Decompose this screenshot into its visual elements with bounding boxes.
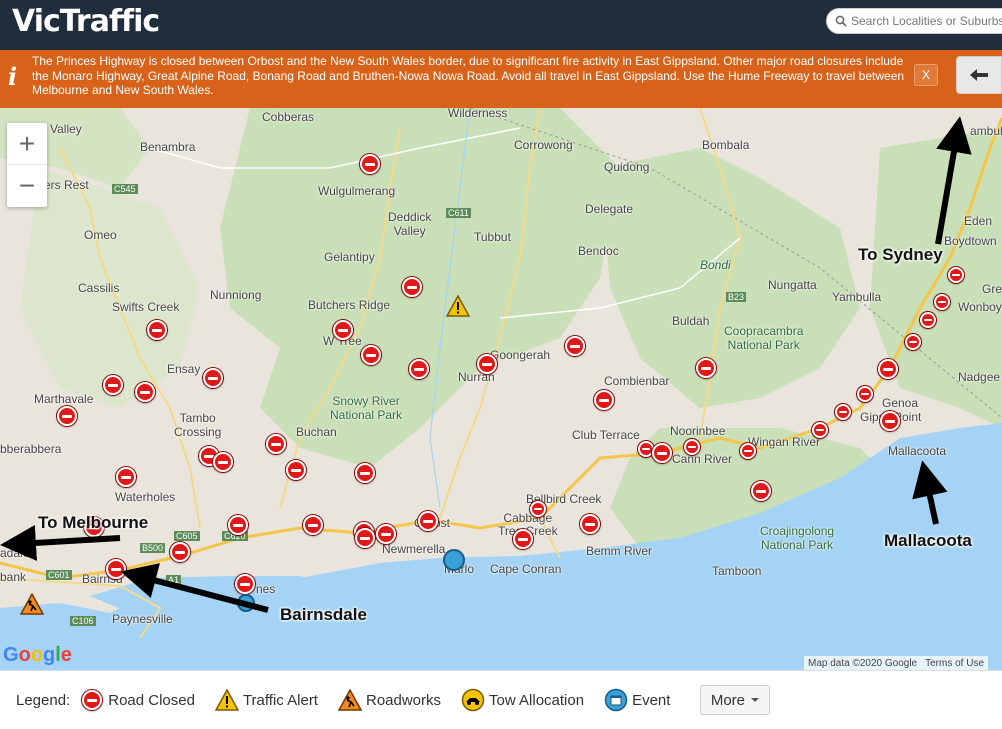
search-input[interactable]	[851, 14, 1002, 28]
legend-label: Road Closed	[108, 691, 195, 709]
more-button[interactable]: More	[700, 685, 771, 715]
annotation-arrows	[0, 116, 972, 613]
road-closed-icon	[80, 688, 104, 712]
chevron-down-icon	[751, 698, 760, 702]
event-icon	[604, 688, 628, 712]
legend-item-roadworks[interactable]: Roadworks	[337, 688, 442, 712]
info-icon: i	[8, 62, 18, 91]
search-box[interactable]	[826, 8, 1002, 34]
legend-label: Event	[632, 691, 671, 709]
annotation-to-sydney: To Sydney	[858, 245, 943, 264]
alert-message: The Princes Highway is closed between Or…	[32, 54, 905, 97]
legend-label: Traffic Alert	[242, 691, 318, 709]
annotation-to-melbourne: To Melbourne	[38, 513, 149, 532]
search-icon	[835, 15, 847, 27]
legend-item-traffic-alert[interactable]: Traffic Alert	[214, 688, 318, 712]
app-header: VicTraffic	[0, 0, 1002, 50]
map-data-credit: Map data ©2020 Google	[808, 657, 918, 669]
arrow-left-icon	[970, 69, 988, 81]
tow-allocation-icon	[461, 688, 485, 712]
zoom-out-button[interactable]: −	[7, 165, 47, 207]
victraffic-logo[interactable]: VicTraffic	[12, 4, 160, 39]
roadworks-icon	[337, 688, 362, 711]
zoom-in-button[interactable]: +	[7, 123, 47, 165]
more-label: More	[710, 691, 746, 709]
google-logo[interactable]: Google	[3, 644, 72, 667]
legend-item-event[interactable]: Event	[604, 688, 670, 712]
legend-title: Legend:	[16, 691, 71, 709]
annotation-mallacoota: Mallacoota	[884, 531, 972, 550]
map-attribution: Map data ©2020 Google Terms of Use	[804, 656, 989, 670]
zoom-control: + −	[7, 123, 47, 207]
panel-toggle-button[interactable]	[956, 56, 1002, 94]
annotation-bairnsdale: Bairnsdale	[280, 605, 367, 624]
alert-close-button[interactable]: X	[914, 64, 938, 86]
traffic-map[interactable]: Valley Benambra Cobberas Wilderness Corr…	[0, 108, 1002, 670]
terms-link[interactable]: Terms of Use	[925, 658, 984, 669]
legend-label: Tow Allocation	[489, 691, 585, 709]
legend-label: Roadworks	[365, 691, 442, 709]
alert-banner: i The Princes Highway is closed between …	[0, 50, 1002, 108]
legend-item-tow-allocation[interactable]: Tow Allocation	[461, 688, 584, 712]
map-legend: Legend: Road Closed Traffic Alert Roadwo…	[0, 670, 1002, 729]
legend-item-road-closed[interactable]: Road Closed	[80, 688, 195, 712]
traffic-alert-icon	[214, 688, 239, 711]
